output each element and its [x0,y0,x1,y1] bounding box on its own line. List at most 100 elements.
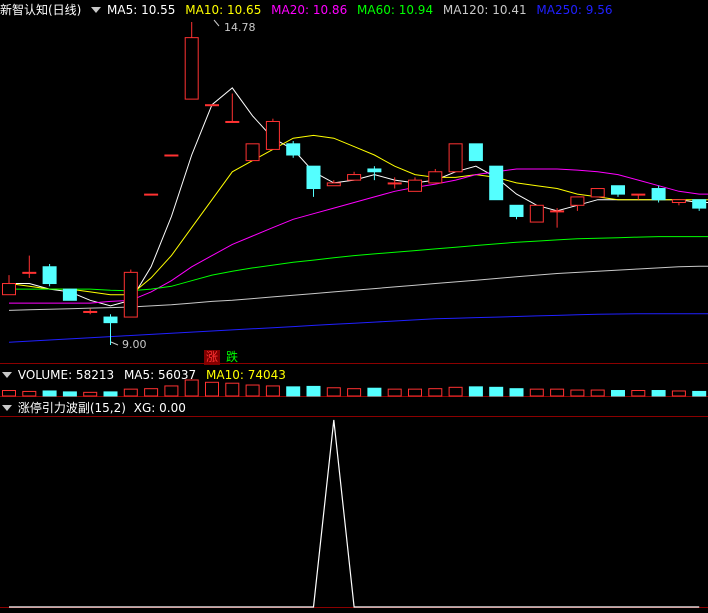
candle-body [103,316,118,324]
candle [367,166,382,181]
candle [225,93,240,123]
candle-body [448,143,463,173]
volume-bar [347,388,362,397]
volume-bar [22,390,37,397]
volume-bar [83,391,98,397]
volume-bar [245,384,260,397]
candle [83,308,98,315]
candle [428,168,443,184]
candle-body [611,185,625,195]
candle-body [347,174,362,181]
volume-bar [651,390,666,397]
candle-body [489,165,504,201]
candle-body [62,288,77,301]
candle [184,22,199,100]
ma-line-ma60 [9,236,708,292]
volume-bar [144,388,159,397]
candle [611,185,625,197]
high-price-label: 14.78 [224,21,256,34]
candle-body [184,37,199,100]
candle [286,141,301,158]
candlesticks [2,22,707,345]
volume-bar [671,390,686,397]
candle-body [651,188,666,201]
candle-body [225,120,240,123]
volume-bar [692,390,707,397]
candle-body [529,204,544,223]
candle [144,193,159,196]
volume-bar [184,379,199,397]
candle-body [550,210,565,213]
volume-bar [164,385,179,397]
candle-body [245,143,260,162]
candle [123,269,138,318]
candle-body [83,310,98,313]
volume-bar [306,385,321,397]
candle-body [590,188,605,198]
volume-bar [367,387,382,397]
volume-bar [631,390,646,397]
candle [631,193,646,200]
moving-average-lines [8,87,708,343]
candle-body [631,193,646,196]
candle [489,165,504,201]
low-price-marker: 9.00 [110,338,147,351]
volume-bar [103,391,118,397]
candle-body [164,154,179,157]
volume-bar [286,386,301,397]
volume-bar [611,390,625,397]
ma-line-ma120 [8,265,708,311]
candle [62,288,77,301]
volume-bar [509,388,524,397]
volume-bar [590,389,605,397]
volume-bar [570,389,585,397]
stock-chart-canvas[interactable]: 14.78 9.00 [0,0,708,613]
candle-body [42,266,57,285]
candle-body [265,120,280,150]
volume-bar [529,388,544,397]
volume-bar [428,388,443,397]
volume-bar [408,388,422,397]
volume-bar [205,381,219,397]
candle-body [123,271,138,318]
candle [245,143,260,162]
indicator-plot [9,419,700,608]
candle-body [286,143,301,156]
candle [529,204,544,223]
candle-body [468,143,483,162]
candle [590,188,605,198]
candle [468,143,483,162]
candle [651,185,666,203]
candle-body [509,204,524,217]
candle [205,104,219,107]
candle-body [367,168,382,173]
volume-bar [387,388,402,397]
candle [550,208,565,228]
volume-bar [468,386,483,397]
volume-bar [123,388,138,397]
candle-body [428,171,443,184]
candle [570,196,585,211]
candle-body [692,199,707,209]
candle-body [671,199,686,204]
volume-bar [489,386,504,397]
candle [306,165,321,197]
low-price-label: 9.00 [122,338,147,351]
xg-signal-line [9,419,700,608]
candle-body [306,165,321,190]
volume-bar [448,386,463,397]
candle-body [205,104,219,107]
volume-bar [550,388,565,397]
candle [164,154,179,157]
volume-bar [326,387,341,397]
candle [326,180,341,187]
volume-bar [225,382,240,397]
candle [265,118,280,150]
volume-bars [2,379,707,397]
volume-bar [2,390,16,397]
candle [42,263,57,287]
volume-bar [62,391,77,397]
candle [448,143,463,173]
candle-body [144,193,159,196]
candle-body [326,182,341,187]
